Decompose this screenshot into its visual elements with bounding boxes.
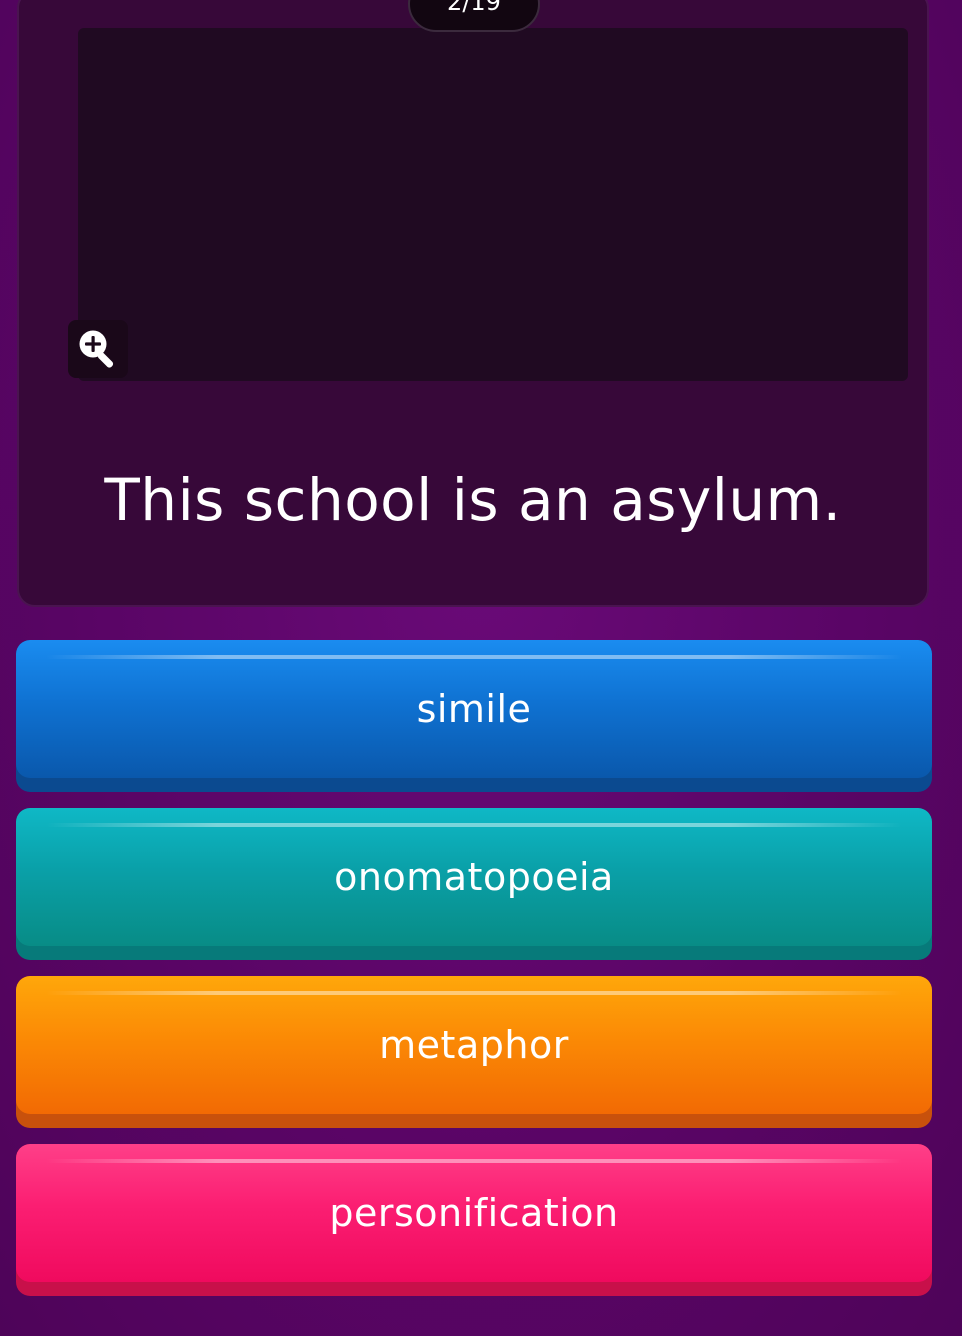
answer-option-label: personification xyxy=(329,1191,619,1235)
answer-option-simile[interactable]: simile xyxy=(16,640,932,792)
question-text: This school is an asylum. xyxy=(104,466,842,534)
question-counter: 2/19 xyxy=(408,0,540,32)
answer-option-personification[interactable]: personification xyxy=(16,1144,932,1296)
answer-option-label: simile xyxy=(416,687,532,731)
answer-option-onomatopoeia[interactable]: onomatopoeia xyxy=(16,808,932,960)
question-media xyxy=(78,28,908,381)
answer-option-metaphor[interactable]: metaphor xyxy=(16,976,932,1128)
answer-option-label: metaphor xyxy=(379,1023,569,1067)
zoom-button[interactable] xyxy=(68,320,128,378)
answer-option-label: onomatopoeia xyxy=(334,855,614,899)
zoom-in-icon xyxy=(79,330,114,368)
